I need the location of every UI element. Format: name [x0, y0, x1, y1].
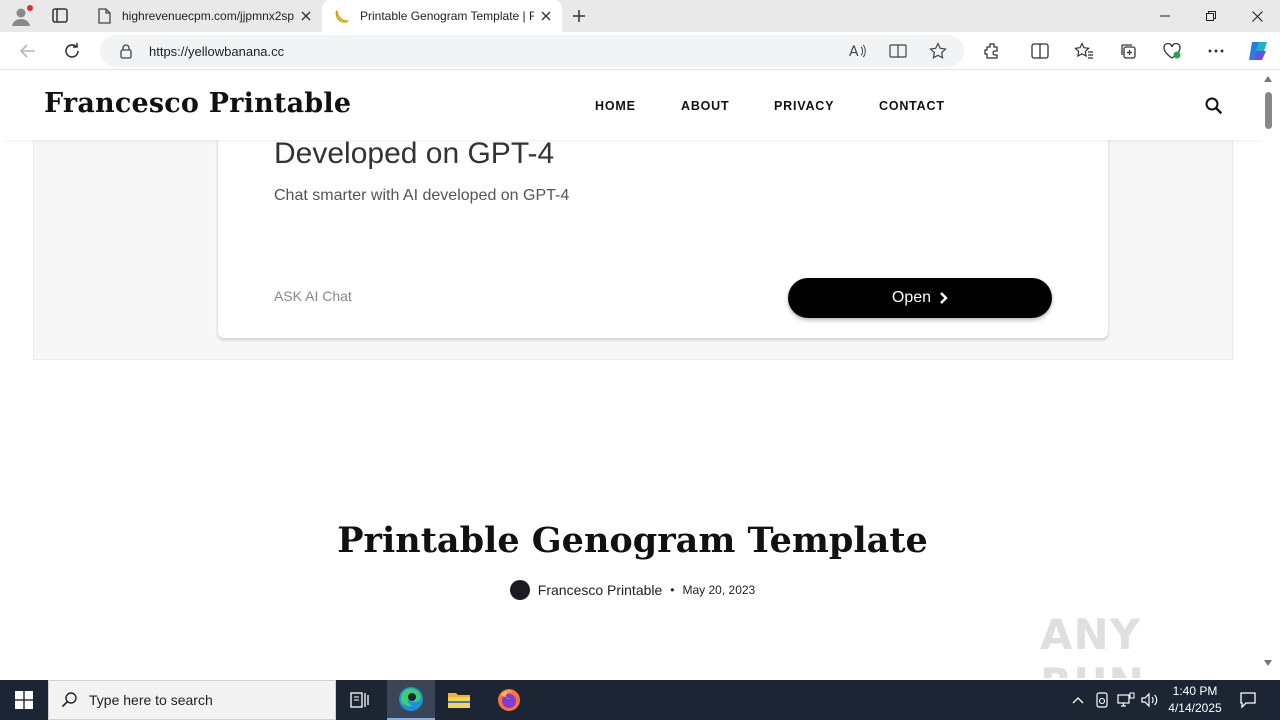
- ad-advertiser: ASK AI Chat: [274, 288, 352, 304]
- page-icon: [96, 8, 112, 24]
- close-tab-icon[interactable]: [534, 4, 558, 28]
- taskbar-search-box[interactable]: Type here to search: [48, 680, 336, 720]
- close-tab-icon[interactable]: [294, 4, 318, 28]
- site-brand[interactable]: Francesco Printable: [44, 88, 351, 119]
- svg-text:A: A: [849, 44, 859, 59]
- more-options-icon[interactable]: [1202, 38, 1230, 64]
- split-screen-icon[interactable]: [1026, 38, 1054, 64]
- tab-printable-genogram[interactable]: Printable Genogram Template | F: [322, 0, 562, 32]
- scroll-up-icon[interactable]: [1264, 76, 1272, 82]
- clock-time: 1:40 PM: [1172, 684, 1218, 698]
- site-header: Francesco Printable HOME ABOUT PRIVACY C…: [4, 70, 1261, 140]
- author-avatar[interactable]: [509, 580, 530, 600]
- nav-home[interactable]: HOME: [595, 99, 636, 113]
- browser-toolbar: https://yellowbanana.cc A: [0, 32, 1280, 70]
- new-tab-icon[interactable]: [568, 5, 590, 27]
- task-view-icon[interactable]: [336, 680, 384, 720]
- lock-icon[interactable]: [118, 43, 134, 59]
- search-icon[interactable]: [1204, 96, 1226, 118]
- favorites-icon[interactable]: [1070, 38, 1098, 64]
- nav-contact[interactable]: CONTACT: [879, 99, 945, 113]
- tab-highrevenuecpm[interactable]: highrevenuecpm.com/jjpmnx2sp: [84, 0, 322, 32]
- ad-open-button[interactable]: Open: [788, 278, 1052, 318]
- post-date: May 20, 2023: [682, 583, 756, 597]
- notifications-icon[interactable]: [1236, 680, 1260, 720]
- read-aloud-icon[interactable]: A: [848, 41, 868, 61]
- volume-icon[interactable]: [1138, 680, 1162, 720]
- tray-chevron-up-icon[interactable]: [1066, 680, 1090, 720]
- meta-separator: •: [670, 583, 675, 597]
- extensions-icon[interactable]: [978, 38, 1006, 64]
- scroll-thumb[interactable]: [1265, 92, 1272, 129]
- favorite-star-icon[interactable]: [928, 41, 948, 61]
- post-author[interactable]: Francesco Printable: [538, 582, 663, 598]
- tray-device-icon[interactable]: [1090, 680, 1114, 720]
- network-icon[interactable]: [1114, 680, 1138, 720]
- back-arrow-icon[interactable]: [14, 38, 42, 64]
- scroll-down-icon[interactable]: [1264, 660, 1272, 666]
- firefox-icon[interactable]: [485, 680, 533, 720]
- collections-icon[interactable]: [1114, 38, 1142, 64]
- immersive-reader-icon[interactable]: [888, 41, 908, 61]
- post-title: Printable Genogram Template: [337, 520, 928, 561]
- clock-date: 4/14/2025: [1168, 701, 1222, 715]
- tab-title: highrevenuecpm.com/jjpmnx2sp: [122, 9, 294, 23]
- search-icon: [61, 692, 77, 708]
- page-viewport: Developed on GPT-4 Chat smarter with AI …: [4, 70, 1261, 678]
- ad-headline[interactable]: Developed on GPT-4: [274, 137, 554, 171]
- ad-card[interactable]: Developed on GPT-4 Chat smarter with AI …: [218, 111, 1108, 338]
- close-window-icon[interactable]: [1234, 0, 1280, 32]
- windows-taskbar: Type here to search 1:40 PM 4/14/2025: [0, 680, 1280, 720]
- url-text[interactable]: https://yellowbanana.cc: [149, 44, 284, 59]
- profile-avatar-icon[interactable]: [10, 5, 33, 27]
- copilot-icon[interactable]: [1244, 38, 1272, 64]
- page-scrollbar[interactable]: [1261, 70, 1276, 678]
- minimize-icon[interactable]: [1142, 0, 1188, 32]
- restore-icon[interactable]: [1188, 0, 1234, 32]
- taskbar-search-placeholder: Type here to search: [89, 692, 213, 708]
- post-meta: Francesco Printable • May 20, 2023: [4, 580, 1261, 600]
- chevron-right-icon: [940, 292, 948, 304]
- taskbar-clock[interactable]: 1:40 PM 4/14/2025: [1160, 683, 1230, 717]
- browser-title-bar: highrevenuecpm.com/jjpmnx2sp Printable G…: [0, 0, 1280, 32]
- ad-subline: Chat smarter with AI developed on GPT-4: [274, 187, 570, 204]
- windows-start-icon[interactable]: [0, 680, 48, 720]
- ad-open-label: Open: [891, 289, 932, 306]
- address-bar[interactable]: https://yellowbanana.cc A: [100, 35, 964, 67]
- file-explorer-icon[interactable]: [435, 680, 483, 720]
- tab-title: Printable Genogram Template | F: [360, 9, 534, 23]
- refresh-icon[interactable]: [58, 38, 86, 64]
- browser-essentials-icon[interactable]: [1158, 38, 1186, 64]
- nav-privacy[interactable]: PRIVACY: [774, 99, 834, 113]
- tab-actions-icon[interactable]: [50, 7, 70, 25]
- banana-icon: [334, 8, 350, 24]
- edge-taskbar-icon[interactable]: [387, 680, 435, 720]
- anyrun-watermark: ANY RUN: [1040, 610, 1144, 678]
- nav-about[interactable]: ABOUT: [681, 99, 729, 113]
